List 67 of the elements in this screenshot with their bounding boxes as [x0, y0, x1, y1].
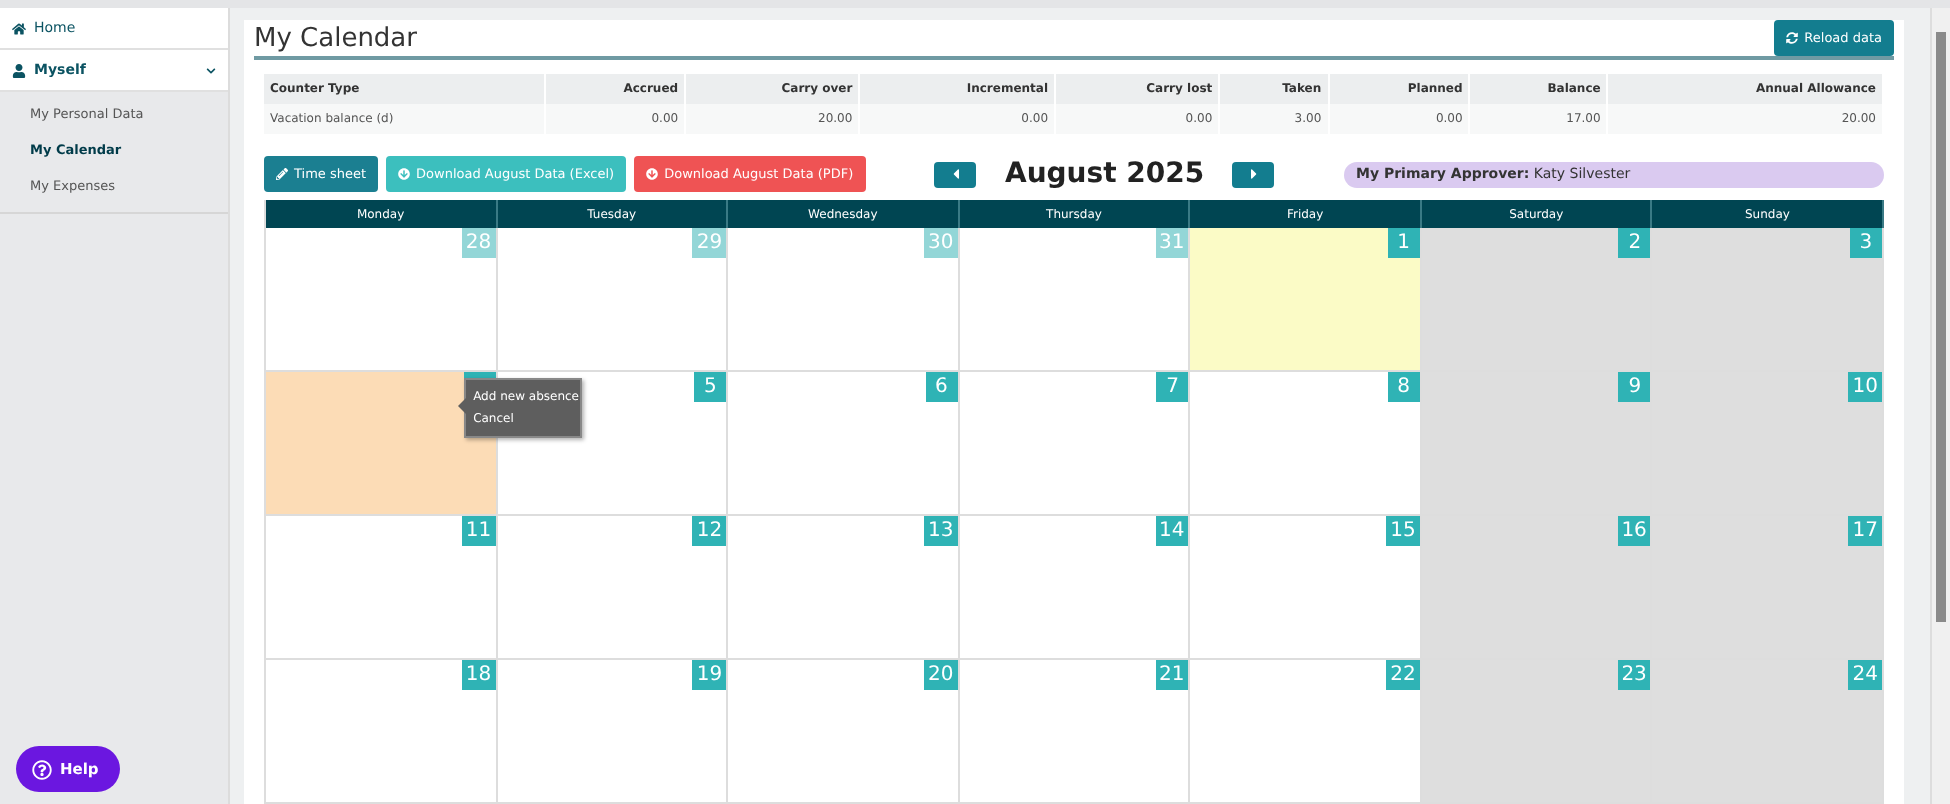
calendar-day[interactable]: 21: [959, 660, 1191, 804]
day-number: 17: [1848, 516, 1882, 546]
day-number: 30: [923, 228, 958, 258]
calendar-day[interactable]: 6: [728, 372, 960, 516]
day-number: 15: [1386, 516, 1420, 546]
calendar-day[interactable]: 14: [959, 516, 1191, 660]
user-icon: [12, 63, 26, 77]
calendar-day[interactable]: 30: [728, 228, 960, 372]
download-icon: [646, 168, 659, 180]
calendar-day[interactable]: 1: [1190, 228, 1422, 372]
day-number: 23: [1617, 660, 1651, 690]
day-number: 28: [461, 228, 496, 258]
day-number: 5: [694, 372, 727, 402]
month-title: August 2025: [1004, 158, 1205, 190]
day-number: 13: [923, 516, 958, 546]
calendar-day[interactable]: 23: [1421, 660, 1653, 804]
day-number: 8: [1387, 372, 1420, 402]
calendar-day[interactable]: 29: [497, 228, 729, 372]
chevron-icon: [206, 65, 216, 75]
calendar-day[interactable]: 16: [1421, 516, 1653, 660]
calendar-day[interactable]: 12: [497, 516, 729, 660]
day-number: 9: [1618, 372, 1651, 402]
calendar-day[interactable]: 24: [1652, 660, 1884, 804]
day-number: 16: [1617, 516, 1651, 546]
day-number: 10: [1848, 372, 1882, 402]
calendar-day[interactable]: 13: [728, 516, 960, 660]
day-number: 22: [1386, 660, 1420, 690]
calendar-day[interactable]: 8: [1190, 372, 1422, 516]
calendar-day[interactable]: 22: [1190, 660, 1422, 804]
page-title: My Calendar: [254, 23, 417, 53]
calendar-day[interactable]: 7: [959, 372, 1191, 516]
day-number: 14: [1155, 516, 1189, 546]
next-month-button[interactable]: [1232, 161, 1275, 187]
calendar-day[interactable]: 3: [1652, 228, 1884, 372]
calendar-day[interactable]: 9: [1421, 372, 1653, 516]
pencil-icon: [276, 168, 288, 180]
calendar-day[interactable]: 17: [1652, 516, 1884, 660]
day-number: 6: [925, 372, 958, 402]
calendar-day[interactable]: 19: [497, 660, 729, 804]
day-number: 11: [461, 516, 496, 546]
day-number: 2: [1618, 228, 1651, 258]
calendar-day[interactable]: 2: [1421, 228, 1653, 372]
day-number: 19: [692, 660, 727, 690]
calendar-day[interactable]: 11: [266, 516, 498, 660]
calendar-day[interactable]: 18: [266, 660, 498, 804]
day-number: 7: [1156, 372, 1189, 402]
day-number: 1: [1387, 228, 1420, 258]
calendar-day[interactable]: 10: [1652, 372, 1884, 516]
calendar-day[interactable]: 31: [959, 228, 1191, 372]
scrollbar-thumb[interactable]: [1936, 32, 1946, 622]
day-number: 18: [461, 660, 496, 690]
day-number: 20: [923, 660, 958, 690]
help-icon: [32, 759, 52, 779]
day-number: 3: [1849, 228, 1882, 258]
calendar-day[interactable]: 20: [728, 660, 960, 804]
day-number: 12: [692, 516, 727, 546]
day-number: 31: [1155, 228, 1189, 258]
calendar-day[interactable]: 28: [266, 228, 498, 372]
calendar-day[interactable]: 15: [1190, 516, 1422, 660]
day-number: 24: [1848, 660, 1882, 690]
previous-month-button[interactable]: [934, 161, 977, 187]
refresh-icon: [1786, 32, 1799, 44]
home-icon: [12, 21, 26, 35]
download-icon: [398, 168, 411, 180]
day-number: 29: [692, 228, 727, 258]
caret-icon: [1245, 166, 1262, 182]
day-number: 21: [1155, 660, 1189, 690]
